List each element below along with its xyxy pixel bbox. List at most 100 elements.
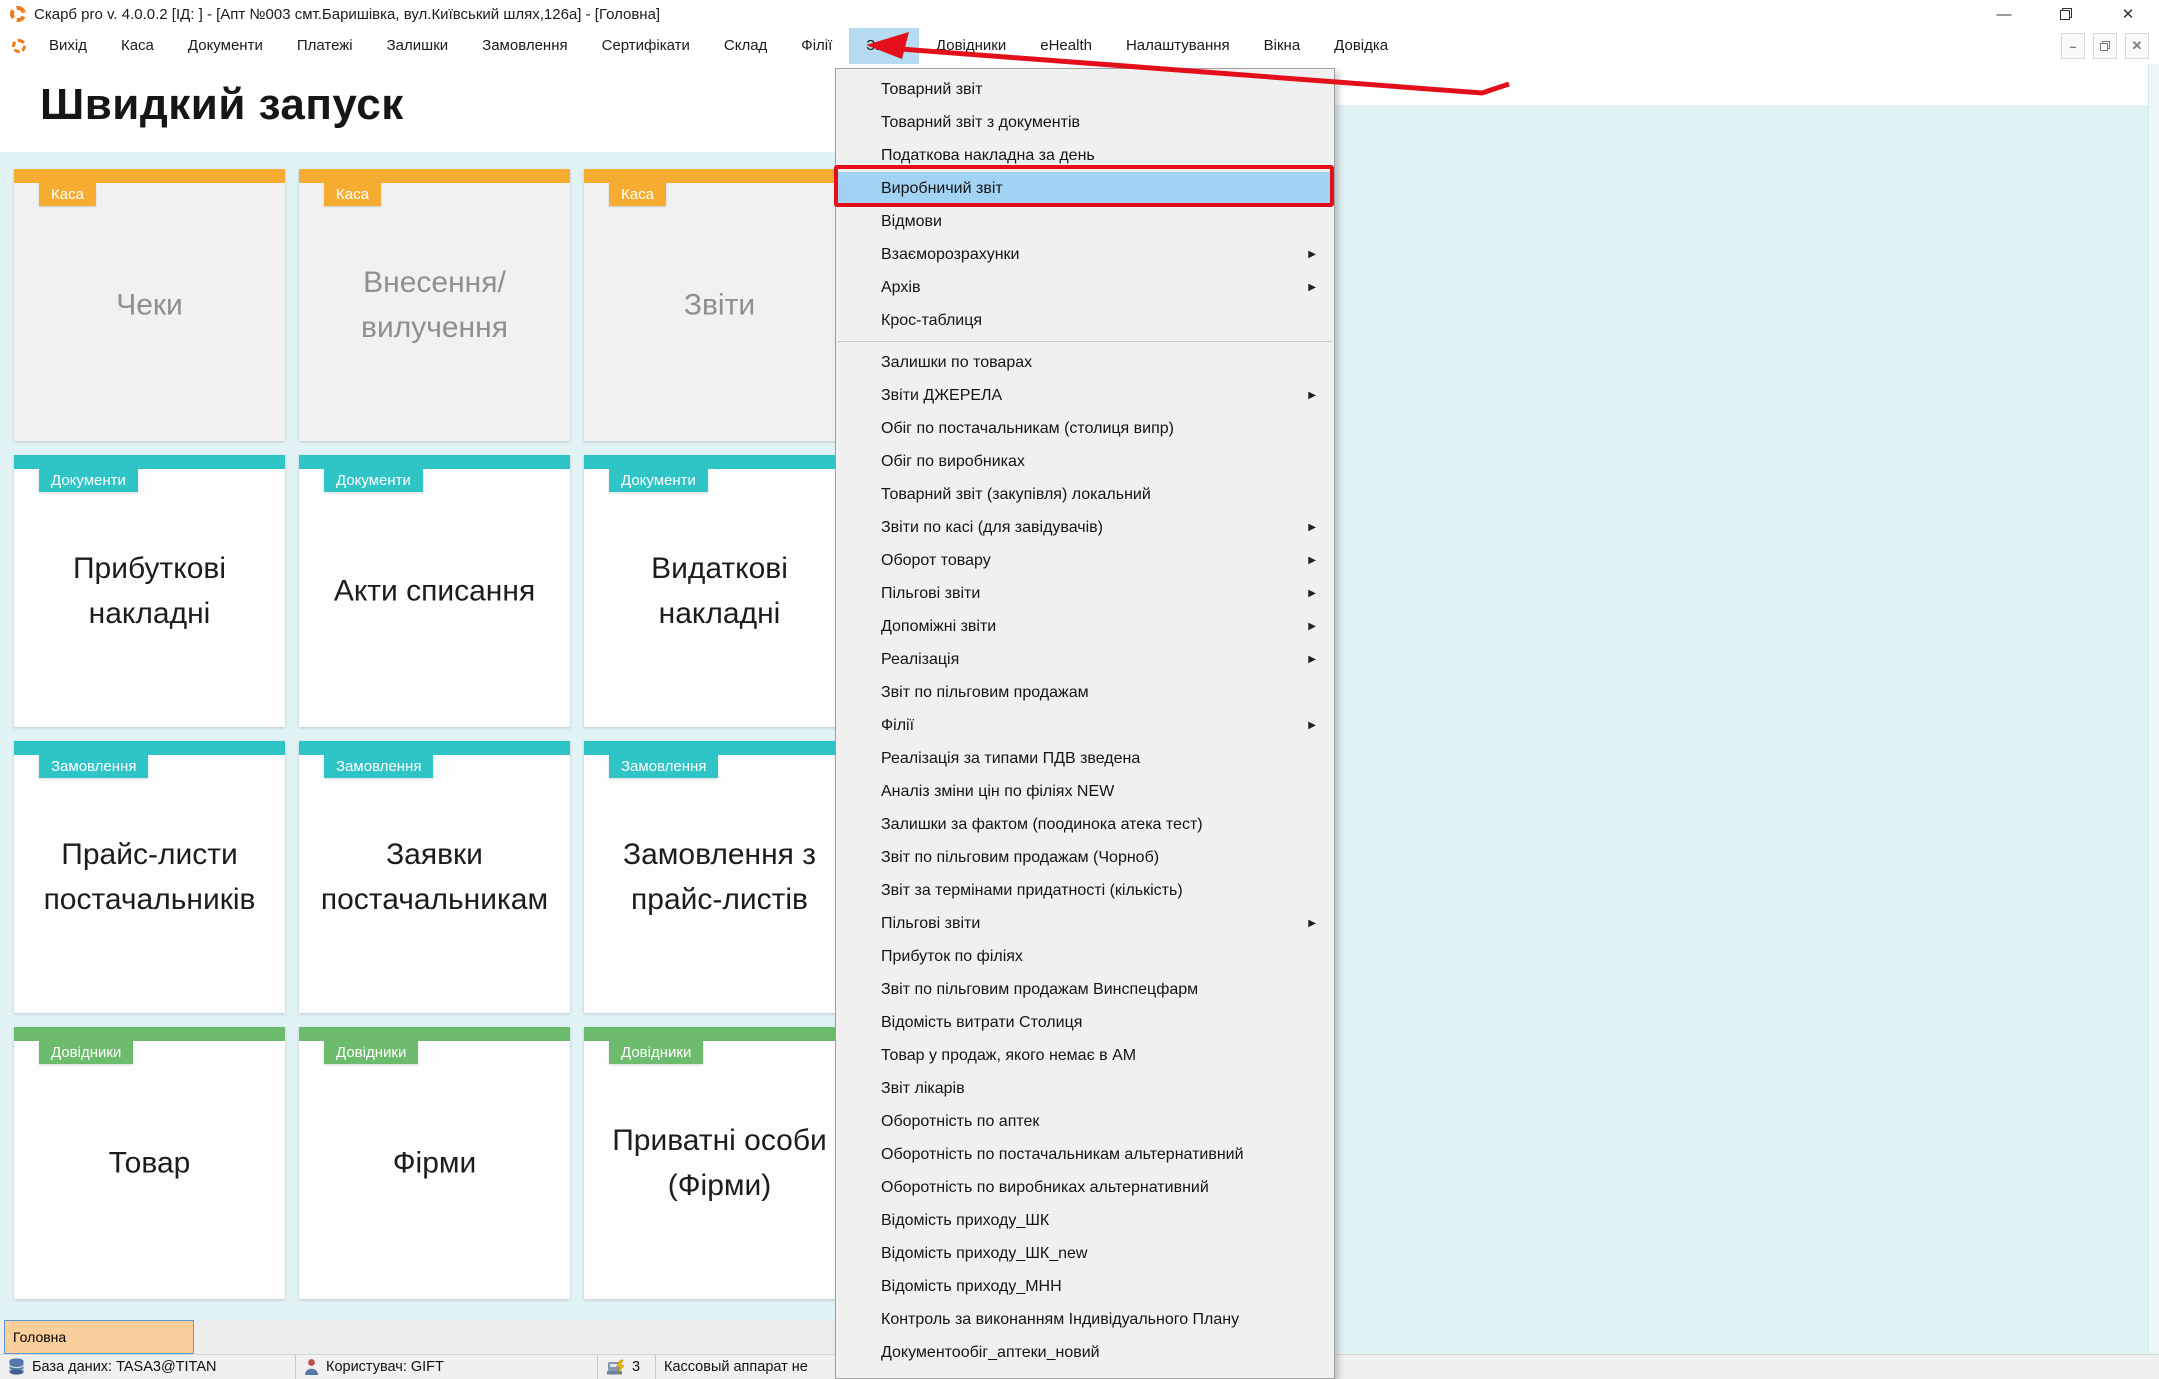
tile-Акти списання[interactable]: ДокументиАкти списання xyxy=(299,455,570,727)
reports-menu-item-Реалізація за типами ПДВ зведена[interactable]: Реалізація за типами ПДВ зведена xyxy=(836,742,1334,775)
reports-menu-item-Пільгові звіти[interactable]: Пільгові звіти▶ xyxy=(836,577,1334,610)
menubar-item-Налаштування[interactable]: Налаштування xyxy=(1109,28,1247,64)
reports-dropdown: Товарний звіт Товарний звіт з документів П… xyxy=(835,68,1335,1379)
right-scroll-strip[interactable] xyxy=(2148,64,2159,1379)
reports-menu-item-Відомість приходу_ШК[interactable]: Відомість приходу_ШК xyxy=(836,1204,1334,1237)
reports-menu-item-Товарний звіт[interactable]: Товарний звіт xyxy=(836,73,1334,106)
reports-menu-item-Контроль за виконанням Індивідуального Плану[interactable]: Контроль за виконанням Індивідуального П… xyxy=(836,1303,1334,1336)
tile-Приватні особи (Фірми)[interactable]: ДовідникиПриватні особи (Фірми) xyxy=(584,1027,855,1299)
reports-menu-item-Відомість витрати Столиця[interactable]: Відомість витрати Столиця xyxy=(836,1006,1334,1039)
reports-menu-item-Податкова накладна за день[interactable]: Податкова накладна за день xyxy=(836,139,1334,172)
tile-category-badge: Документи xyxy=(39,469,138,492)
menubar-item-Довідники[interactable]: Довідники xyxy=(919,28,1023,64)
reports-menu-item-Товарний звіт (закупівля) локальний[interactable]: Товарний звіт (закупівля) локальний xyxy=(836,478,1334,511)
tile-Чеки[interactable]: КасаЧеки xyxy=(14,169,285,441)
reports-menu-item-Аналіз зміни цін по філіях NEW[interactable]: Аналіз зміни цін по філіях NEW xyxy=(836,775,1334,808)
reports-menu-item-Відомість приходу_ШК_new[interactable]: Відомість приходу_ШК_new xyxy=(836,1237,1334,1270)
reports-menu-item-Реалізація[interactable]: Реалізація▶ xyxy=(836,643,1334,676)
child-window-icon xyxy=(12,39,26,53)
reports-menu-item-Оборотність по виробниках альтернативний[interactable]: Оборотність по виробниках альтернативний xyxy=(836,1171,1334,1204)
submenu-arrow-icon: ▶ xyxy=(1308,621,1316,632)
reports-menu-item-Звіт лікарів[interactable]: Звіт лікарів xyxy=(836,1072,1334,1105)
reports-menu-item-Взаєморозрахунки[interactable]: Взаєморозрахунки▶ xyxy=(836,238,1334,271)
menubar-item-Довідка[interactable]: Довідка xyxy=(1317,28,1405,64)
reports-menu-item-Пільгові звіти[interactable]: Пільгові звіти▶ xyxy=(836,907,1334,940)
reports-menu-item-Відмови[interactable]: Відмови xyxy=(836,205,1334,238)
reports-menu-item-Залишки по товарах[interactable]: Залишки по товарах xyxy=(836,346,1334,379)
reports-menu-item-label: Відомість витрати Столиця xyxy=(881,1014,1324,1032)
quick-launch-header: Швидкий запуск xyxy=(0,64,835,152)
reports-menu-item-Допоміжні звіти[interactable]: Допоміжні звіти▶ xyxy=(836,610,1334,643)
menubar-item-Звіти[interactable]: Звіти xyxy=(849,28,919,64)
tile-label: Акти списання xyxy=(299,569,570,614)
reports-menu-item-Філії[interactable]: Філії▶ xyxy=(836,709,1334,742)
menubar-item-Документи[interactable]: Документи xyxy=(171,28,280,64)
minimize-button[interactable]: — xyxy=(1973,0,2035,28)
reports-menu-item-Крос-таблиця[interactable]: Крос-таблиця xyxy=(836,304,1334,337)
mdi-close-button[interactable]: ✕ xyxy=(2125,33,2149,59)
tile-Товар[interactable]: ДовідникиТовар xyxy=(14,1027,285,1299)
tile-category-bar xyxy=(14,1027,285,1041)
tile-Звіти[interactable]: КасаЗвіти xyxy=(584,169,855,441)
reports-menu-item-label: Звіт по пільговим продажам Винспецфарм xyxy=(881,981,1324,999)
reports-menu-item-label: Обіг по виробниках xyxy=(881,453,1324,471)
menubar-item-eHealth[interactable]: eHealth xyxy=(1023,28,1109,64)
menu-bar-items: ВихідКасаДокументиПлатежіЗалишкиЗамовлен… xyxy=(32,28,1405,64)
menubar-item-Вікна[interactable]: Вікна xyxy=(1247,28,1318,64)
menubar-item-Залишки[interactable]: Залишки xyxy=(370,28,466,64)
tile-Прибуткові накладні[interactable]: ДокументиПрибуткові накладні xyxy=(14,455,285,727)
reports-menu-item-label: Крос-таблиця xyxy=(881,312,1324,330)
close-button[interactable]: ✕ xyxy=(2097,0,2159,28)
reports-menu-item-Обіг по постачальникам (столиця випр)[interactable]: Обіг по постачальникам (столиця випр) xyxy=(836,412,1334,445)
mdi-restore-button[interactable] xyxy=(2093,33,2117,59)
restore-button[interactable] xyxy=(2035,0,2097,28)
restore-icon xyxy=(2060,8,2072,20)
menubar-item-Склад[interactable]: Склад xyxy=(707,28,784,64)
reports-menu-item-Прибуток по філіях[interactable]: Прибуток по філіях xyxy=(836,940,1334,973)
reports-menu-item-Звіт за термінами придатності (кількість)[interactable]: Звіт за термінами придатності (кількість… xyxy=(836,874,1334,907)
tile-Видаткові накладні[interactable]: ДокументиВидаткові накладні xyxy=(584,455,855,727)
tile-Фірми[interactable]: ДовідникиФірми xyxy=(299,1027,570,1299)
reports-menu-item-Оборотність по постачальникам альтернативний[interactable]: Оборотність по постачальникам альтернати… xyxy=(836,1138,1334,1171)
submenu-arrow-icon: ▶ xyxy=(1308,555,1316,566)
reports-menu-item-Реєстр парафій за аптек[interactable]: Реєстр парафій за аптек xyxy=(836,1369,1334,1379)
menubar-item-Вихід[interactable]: Вихід xyxy=(32,28,104,64)
reports-menu-item-Архів[interactable]: Архів▶ xyxy=(836,271,1334,304)
reports-menu-item-Звіти ДЖЕРЕЛА[interactable]: Звіти ДЖЕРЕЛА▶ xyxy=(836,379,1334,412)
reports-menu-item-Звіт по пільговим продажам[interactable]: Звіт по пільговим продажам xyxy=(836,676,1334,709)
reports-menu-item-Виробничий звіт[interactable]: Виробничий звіт xyxy=(836,172,1334,205)
reports-menu-item-Документообіг_аптеки_новий[interactable]: Документообіг_аптеки_новий xyxy=(836,1336,1334,1369)
status-user-label: Користувач: GIFT xyxy=(326,1359,444,1375)
reports-menu-item-Відомість приходу_МНН[interactable]: Відомість приходу_МНН xyxy=(836,1270,1334,1303)
menubar-item-Філії[interactable]: Філії xyxy=(784,28,849,64)
reports-menu-item-Залишки за фактом (поодинока атека тест)[interactable]: Залишки за фактом (поодинока атека тест) xyxy=(836,808,1334,841)
reports-menu-item-label: Виробничий звіт xyxy=(881,180,1324,198)
reports-menu-item-label: Контроль за виконанням Індивідуального П… xyxy=(881,1311,1324,1329)
menubar-item-Платежі[interactable]: Платежі xyxy=(280,28,370,64)
menubar-item-Замовлення[interactable]: Замовлення xyxy=(465,28,584,64)
reports-menu-item-Оборотність по аптек[interactable]: Оборотність по аптек xyxy=(836,1105,1334,1138)
reports-menu-item-Звіт по пільговим продажам Винспецфарм[interactable]: Звіт по пільговим продажам Винспецфарм xyxy=(836,973,1334,1006)
tile-Замовлення з прайс-листів[interactable]: ЗамовленняЗамовлення з прайс-листів xyxy=(584,741,855,1013)
menu-separator xyxy=(838,341,1332,342)
tab-home[interactable]: Головна xyxy=(4,1320,194,1354)
tile-label: Замовлення з прайс-листів xyxy=(584,832,855,922)
reports-menu-item-label: Оборотність по постачальникам альтернати… xyxy=(881,1146,1324,1164)
reports-menu-item-Товарний звіт з документів[interactable]: Товарний звіт з документів xyxy=(836,106,1334,139)
menubar-item-Каса[interactable]: Каса xyxy=(104,28,171,64)
reports-menu-item-Оборот товару[interactable]: Оборот товару▶ xyxy=(836,544,1334,577)
reports-menu-item-Звіт по пільговим продажам (Чорноб)[interactable]: Звіт по пільговим продажам (Чорноб) xyxy=(836,841,1334,874)
tile-Заявки постачальникам[interactable]: ЗамовленняЗаявки постачальникам xyxy=(299,741,570,1013)
reports-menu-item-Товар у продаж, якого немає в АМ[interactable]: Товар у продаж, якого немає в АМ xyxy=(836,1039,1334,1072)
tile-Внесення/вилучення[interactable]: КасаВнесення/вилучення xyxy=(299,169,570,441)
reports-menu-item-label: Звіт за термінами придатності (кількість… xyxy=(881,882,1324,900)
tile-Прайс-листи постачальників[interactable]: ЗамовленняПрайс-листи постачальників xyxy=(14,741,285,1013)
reports-menu-item-Звіти по касі (для завідувачів)[interactable]: Звіти по касі (для завідувачів)▶ xyxy=(836,511,1334,544)
reports-menu-item-label: Товарний звіт з документів xyxy=(881,114,1324,132)
reports-menu-item-Обіг по виробниках[interactable]: Обіг по виробниках xyxy=(836,445,1334,478)
tile-label: Товар xyxy=(14,1141,285,1186)
reports-menu-item-label: Пільгові звіти xyxy=(881,585,1308,603)
mdi-minimize-button[interactable]: – xyxy=(2061,33,2085,59)
menubar-item-Сертифікати[interactable]: Сертифікати xyxy=(585,28,707,64)
reports-menu-item-label: Реалізація за типами ПДВ зведена xyxy=(881,750,1324,768)
